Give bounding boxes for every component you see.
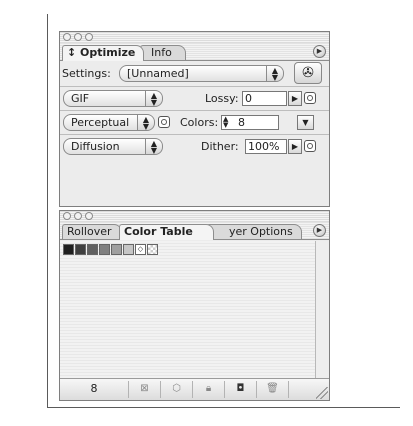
dither-method-value: Diffusion bbox=[71, 140, 120, 153]
tab-color-table[interactable]: Color Table bbox=[119, 224, 214, 240]
format-select[interactable]: GIF ▲ ▼ bbox=[63, 90, 163, 107]
settings-select[interactable]: [Unnamed] ▲ ▼ bbox=[119, 65, 284, 82]
minimize-light-icon[interactable] bbox=[74, 212, 82, 220]
triangle-right-icon: ▶ bbox=[316, 226, 323, 234]
dither-field[interactable]: 100% bbox=[245, 139, 287, 154]
color-table-tab-row: Rollover yer Options Color Table ▶ bbox=[60, 222, 329, 240]
web-snap-button[interactable]: ⊠ bbox=[129, 381, 161, 398]
dither-row: Diffusion ▲ ▼ Dither: 100% ▶ bbox=[60, 135, 329, 158]
close-light-icon[interactable] bbox=[63, 33, 71, 41]
updown-arrows-icon: ▲ ▼ bbox=[145, 91, 162, 106]
color-reduction-value: Perceptual bbox=[71, 116, 130, 129]
color-swatch[interactable]: ◇ bbox=[135, 244, 146, 255]
colors-label: Colors: bbox=[180, 116, 219, 129]
palette-row: Perceptual ▲ ▼ Colors: ▲ ▼ 8 ▼ bbox=[60, 111, 329, 135]
lossy-label: Lossy: bbox=[205, 92, 239, 105]
stepper-arrows-icon[interactable]: ▲ ▼ bbox=[223, 116, 228, 129]
close-light-icon[interactable] bbox=[63, 212, 71, 220]
lossy-field[interactable]: 0 bbox=[242, 91, 287, 106]
dither-slider-button[interactable]: ▶ bbox=[288, 139, 302, 154]
resize-grip-icon[interactable] bbox=[316, 387, 328, 399]
settings-row: Settings: [Unnamed] ▲ ▼ ✇ bbox=[60, 61, 329, 87]
diamond-icon: ◇ bbox=[137, 245, 144, 253]
web-cube-icon: ⬡ bbox=[172, 383, 181, 394]
color-swatch[interactable] bbox=[75, 244, 86, 255]
web-cube-button[interactable]: ⬡ bbox=[161, 381, 193, 398]
new-color-icon: ◘ bbox=[236, 383, 245, 394]
updown-arrows-icon: ▲ ▼ bbox=[145, 139, 162, 154]
dither-label: Dither: bbox=[201, 140, 239, 153]
triangle-right-icon: ▶ bbox=[291, 94, 299, 103]
updown-arrows-icon: ▲ ▼ bbox=[137, 115, 154, 130]
color-swatch[interactable] bbox=[87, 244, 98, 255]
zoom-light-icon[interactable] bbox=[85, 33, 93, 41]
optimize-palette: ↕ Optimize Info ▶ Settings: [Unnamed] ▲ ▼… bbox=[59, 31, 330, 207]
settings-value: [Unnamed] bbox=[127, 67, 189, 80]
lock-button[interactable]: 🔒︎ bbox=[193, 381, 225, 398]
color-swatch[interactable] bbox=[63, 244, 74, 255]
colors-dropdown-button[interactable]: ▼ bbox=[297, 115, 314, 130]
colors-field[interactable]: ▲ ▼ 8 bbox=[221, 115, 279, 130]
vertical-scrollbar[interactable] bbox=[315, 241, 329, 378]
trash-icon: 🗑︎ bbox=[266, 383, 279, 394]
color-table-palette: Rollover yer Options Color Table ▶ ◇ 8 ⊠… bbox=[59, 210, 330, 401]
triangle-right-icon: ▶ bbox=[316, 47, 323, 55]
palette-menu-button[interactable]: ▶ bbox=[313, 45, 326, 58]
color-table-area[interactable] bbox=[60, 241, 315, 378]
transparency-icon[interactable] bbox=[147, 244, 158, 255]
optimize-wizard-icon: ✇ bbox=[302, 65, 314, 81]
swatch-strip: ◇ bbox=[63, 244, 159, 255]
tab-info[interactable]: Info bbox=[140, 45, 186, 60]
settings-label: Settings: bbox=[62, 67, 111, 80]
minimize-light-icon[interactable] bbox=[74, 33, 82, 41]
dither-method-select[interactable]: Diffusion ▲ ▼ bbox=[63, 138, 163, 155]
trash-button[interactable]: 🗑︎ bbox=[257, 381, 289, 398]
dither-mask-icon[interactable] bbox=[304, 140, 316, 152]
color-reduction-mask-icon[interactable] bbox=[158, 116, 170, 128]
optimize-tab-row: ↕ Optimize Info ▶ bbox=[60, 43, 329, 61]
tab-optimize[interactable]: ↕ Optimize bbox=[62, 45, 144, 61]
colors-value: 8 bbox=[238, 116, 245, 129]
triangle-down-icon: ▼ bbox=[302, 118, 309, 127]
lock-icon: 🔒︎ bbox=[205, 383, 212, 394]
triangle-right-icon: ▶ bbox=[291, 142, 299, 151]
optimize-wizard-button[interactable]: ✇ bbox=[294, 62, 322, 84]
zoom-light-icon[interactable] bbox=[85, 212, 93, 220]
color-count: 8 bbox=[60, 381, 129, 398]
tab-layer-options[interactable]: yer Options bbox=[206, 224, 302, 239]
lossy-mask-icon[interactable] bbox=[304, 92, 316, 104]
new-color-button[interactable]: ◘ bbox=[225, 381, 257, 398]
format-value: GIF bbox=[71, 92, 90, 105]
color-table-bottom-bar: 8 ⊠ ⬡ 🔒︎ ◘ 🗑︎ bbox=[60, 378, 329, 400]
lossy-slider-button[interactable]: ▶ bbox=[288, 91, 302, 106]
palette-menu-button[interactable]: ▶ bbox=[313, 224, 326, 237]
updown-arrows-icon: ▲ ▼ bbox=[266, 66, 283, 81]
web-snap-icon: ⊠ bbox=[140, 383, 149, 394]
color-swatch[interactable] bbox=[111, 244, 122, 255]
color-swatch[interactable] bbox=[99, 244, 110, 255]
color-reduction-select[interactable]: Perceptual ▲ ▼ bbox=[63, 114, 155, 131]
color-swatch[interactable] bbox=[123, 244, 134, 255]
tab-rollover[interactable]: Rollover bbox=[62, 224, 122, 239]
format-row: GIF ▲ ▼ Lossy: 0 ▶ bbox=[60, 87, 329, 111]
